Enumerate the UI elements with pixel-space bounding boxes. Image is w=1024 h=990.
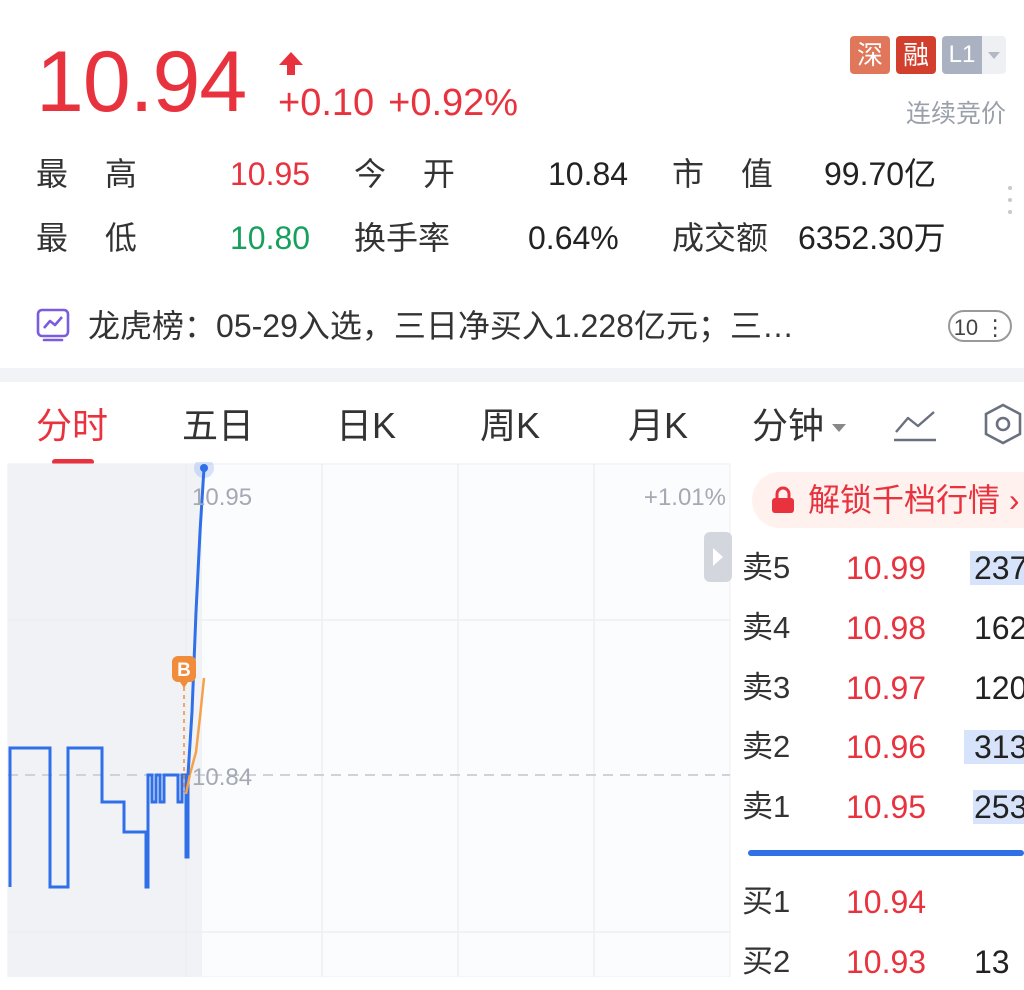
ask-level-label: 卖1 bbox=[742, 789, 791, 824]
dragon-tiger-banner[interactable]: 龙虎榜：05-29入选，三日净买入1.228亿元；三… 10 ⋮ bbox=[36, 304, 1016, 348]
ask-volume: 253 bbox=[974, 789, 1024, 825]
high-label: 最 高 bbox=[36, 156, 151, 192]
intraday-chart[interactable]: B 10.95 10.84 +1.01% bbox=[0, 462, 732, 977]
turnover-label: 换手率 bbox=[354, 220, 451, 256]
line-chart-icon[interactable] bbox=[892, 404, 938, 444]
tab-monthly-k[interactable]: 月K bbox=[628, 402, 688, 450]
buy-marker-label: B bbox=[177, 660, 191, 681]
order-book-bid-row[interactable]: 买2 10.93 13 bbox=[742, 934, 1024, 990]
stats-row-2: 最 低 10.80 换手率 0.64% 成交额 6352.30万 bbox=[36, 218, 996, 258]
unlock-depth-button[interactable]: 解锁千档行情 › bbox=[752, 472, 1024, 528]
level-tag[interactable]: L1 bbox=[942, 36, 982, 74]
ask-price: 10.96 bbox=[846, 729, 927, 765]
bid-level-label: 买1 bbox=[742, 884, 791, 919]
order-book-ask-row[interactable]: 卖1 10.95 253 bbox=[742, 779, 1024, 835]
chevron-down-icon bbox=[832, 424, 847, 433]
ask-price: 10.99 bbox=[846, 550, 927, 586]
open-value: 10.84 bbox=[548, 156, 629, 192]
auction-status: 连续竞价 bbox=[905, 100, 1006, 128]
dragon-tiger-text: 05-29入选，三日净买入1.228亿元；三… bbox=[216, 308, 794, 344]
mktcap-label: 市 值 bbox=[672, 156, 787, 192]
low-value: 10.80 bbox=[230, 220, 311, 256]
tab-minute-label: 分钟 bbox=[752, 405, 825, 446]
exchange-tag: 深 bbox=[850, 36, 890, 74]
change-percent: +0.92% bbox=[388, 82, 519, 124]
bid-price: 10.94 bbox=[846, 884, 927, 920]
amount-label: 成交额 bbox=[672, 220, 769, 256]
unlock-label: 解锁千档行情 bbox=[808, 482, 1001, 518]
arrow-up-icon bbox=[279, 52, 303, 75]
high-percent-label: +1.01% bbox=[644, 484, 726, 511]
ask-price: 10.97 bbox=[846, 670, 927, 706]
bid-level-label: 买2 bbox=[742, 944, 791, 979]
order-book-ask-row[interactable]: 卖4 10.98 162 bbox=[742, 600, 1024, 656]
ask-level-label: 卖5 bbox=[742, 550, 791, 585]
mktcap-value: 99.70亿 bbox=[824, 156, 937, 192]
tab-minute[interactable]: 分钟 bbox=[752, 402, 847, 450]
price-change: +0.10 +0.92% bbox=[278, 80, 532, 126]
ask-price: 10.95 bbox=[846, 789, 927, 825]
bid-price: 10.93 bbox=[846, 944, 927, 980]
tab-weekly-k[interactable]: 周K bbox=[480, 402, 540, 450]
order-book-ask-row[interactable]: 卖5 10.99 237 bbox=[742, 540, 1024, 596]
stats-row-1: 最 高 10.95 今 开 10.84 市 值 99.70亿 bbox=[36, 154, 996, 194]
chevron-right-icon[interactable] bbox=[704, 532, 732, 582]
ask-level-label: 卖2 bbox=[742, 729, 791, 764]
ask-bid-divider bbox=[748, 850, 1024, 856]
hexagon-icon[interactable] bbox=[982, 402, 1024, 446]
high-price-label: 10.95 bbox=[192, 484, 252, 511]
section-divider bbox=[0, 368, 1024, 382]
tab-intraday[interactable]: 分时 bbox=[36, 402, 108, 450]
tab-daily-k[interactable]: 日K bbox=[336, 402, 396, 450]
ask-price: 10.98 bbox=[846, 610, 927, 646]
order-book-bid-row[interactable]: 买1 10.94 bbox=[742, 874, 1024, 930]
ask-volume: 162 bbox=[974, 610, 1024, 646]
dragon-tiger-count-badge[interactable]: 10 ⋮ bbox=[948, 310, 1012, 342]
turnover-value: 0.64% bbox=[528, 220, 619, 256]
lock-icon bbox=[772, 486, 794, 513]
bid-volume: 13 bbox=[974, 944, 1010, 980]
current-price: 10.94 bbox=[36, 34, 247, 130]
margin-tag: 融 bbox=[896, 36, 936, 74]
order-book-ask-row[interactable]: 卖3 10.97 120 bbox=[742, 660, 1024, 716]
ask-volume: 237 bbox=[974, 550, 1024, 586]
low-label: 最 低 bbox=[36, 220, 151, 256]
high-value: 10.95 bbox=[230, 156, 311, 192]
pre-market-shade bbox=[8, 464, 202, 977]
chevron-down-icon[interactable] bbox=[982, 36, 1006, 74]
ask-level-label: 卖3 bbox=[742, 670, 791, 705]
last-price-dot bbox=[200, 464, 208, 472]
dragon-tiger-label: 龙虎榜： bbox=[88, 308, 217, 344]
trend-chart-icon bbox=[36, 308, 70, 342]
order-book-ask-row[interactable]: 卖2 10.96 313 bbox=[742, 719, 1024, 775]
amount-value: 6352.30万 bbox=[798, 220, 946, 256]
ask-volume: 313 bbox=[974, 729, 1024, 765]
mid-price-label: 10.84 bbox=[192, 764, 252, 791]
change-amount: +0.10 bbox=[278, 82, 375, 124]
more-icon[interactable] bbox=[1006, 186, 1014, 226]
stock-tags[interactable]: 深 融 L1 bbox=[850, 36, 1006, 74]
tab-five-day[interactable]: 五日 bbox=[182, 402, 254, 450]
ask-volume: 120 bbox=[974, 670, 1024, 706]
open-label: 今 开 bbox=[354, 156, 469, 192]
ask-level-label: 卖4 bbox=[742, 610, 791, 645]
